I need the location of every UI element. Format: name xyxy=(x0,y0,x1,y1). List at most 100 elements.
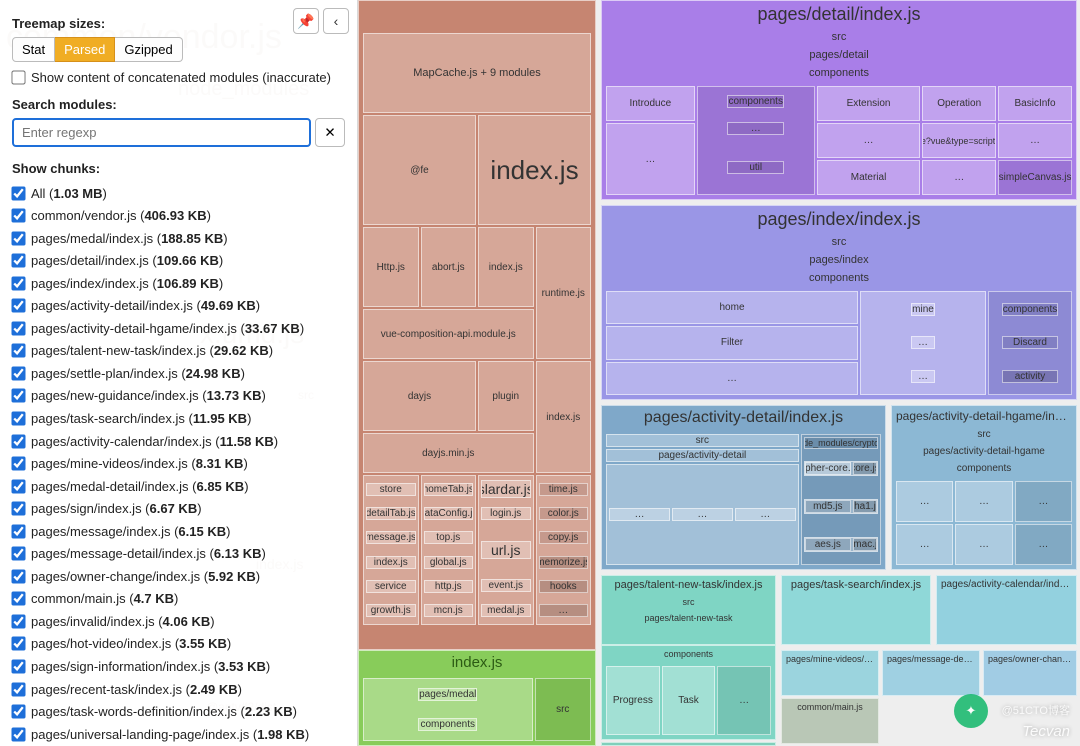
treemap-cell[interactable]: growth.js xyxy=(366,604,416,617)
treemap-cell[interactable]: dayjs.min.js xyxy=(363,433,534,473)
treemap-node-small[interactable]: common/main.js xyxy=(781,698,879,744)
chunk-row[interactable]: pages/sign/index.js (6.67 KB) xyxy=(12,498,345,521)
chunk-row[interactable]: pages/owner-change/index.js (5.92 KB) xyxy=(12,565,345,588)
chunk-row[interactable]: pages/activity-detail-hgame/index.js (33… xyxy=(12,317,345,340)
treemap-node-task-search[interactable]: pages/task-search/index.js xyxy=(781,575,931,645)
treemap-cell[interactable]: hmac.js xyxy=(853,538,877,551)
treemap-cell[interactable]: dataConfig.js xyxy=(424,507,474,520)
treemap-cell[interactable]: Material xyxy=(817,160,920,195)
treemap-cell[interactable]: homeTab.js xyxy=(424,483,474,496)
treemap-canvas[interactable]: MapCache.js + 9 modules @fe index.js Htt… xyxy=(358,0,1080,746)
treemap-cell[interactable]: src xyxy=(606,434,799,447)
treemap-cell[interactable]: Poster-vue?vue&type=script&lang=js& xyxy=(922,123,996,158)
chunk-checkbox[interactable] xyxy=(11,637,25,651)
chunk-checkbox[interactable] xyxy=(11,411,25,425)
treemap-cell[interactable]: top.js xyxy=(424,531,474,544)
treemap-cell[interactable]: … xyxy=(911,370,935,383)
treemap-node-small[interactable]: pages/owner-change/index.js xyxy=(983,650,1077,696)
chunk-checkbox[interactable] xyxy=(11,186,25,200)
chunk-row[interactable]: common/vendor.js (406.93 KB) xyxy=(12,205,345,228)
treemap-cell[interactable]: Introduce xyxy=(606,86,695,121)
chunk-checkbox[interactable] xyxy=(11,502,25,516)
treemap-cell[interactable]: http.js xyxy=(424,580,474,593)
chunk-row[interactable]: pages/hot-video/index.js (3.55 KB) xyxy=(12,633,345,656)
chunk-row[interactable]: All (1.03 MB) xyxy=(12,182,345,205)
treemap-cell[interactable]: cipher-core.js xyxy=(805,462,851,475)
treemap-node-vendor[interactable]: MapCache.js + 9 modules @fe index.js Htt… xyxy=(358,0,596,650)
treemap-cell[interactable]: Extension xyxy=(817,86,920,121)
treemap-node-activity-detail-hgame[interactable]: pages/activity-detail-hgame/index.js src… xyxy=(891,405,1077,570)
treemap-cell[interactable]: … xyxy=(896,481,953,522)
treemap-cell[interactable]: components xyxy=(418,718,477,731)
chunk-checkbox[interactable] xyxy=(11,434,25,448)
treemap-cell[interactable]: login.js xyxy=(481,507,531,520)
chunk-row[interactable]: pages/activity-detail/index.js (49.69 KB… xyxy=(12,295,345,318)
treemap-node-index[interactable]: pages/index/index.js src pages/index com… xyxy=(601,205,1077,400)
chunk-row[interactable]: pages/mine-videos/index.js (8.31 KB) xyxy=(12,453,345,476)
treemap-node-talent-new-task-body[interactable]: components Progress Task … xyxy=(601,645,776,740)
chunk-row[interactable]: pages/message/index.js (6.15 KB) xyxy=(12,520,345,543)
chunk-checkbox[interactable] xyxy=(11,479,25,493)
treemap-node-activity-calendar[interactable]: pages/activity-calendar/index.js xyxy=(936,575,1077,645)
treemap-cell[interactable]: store xyxy=(366,483,416,496)
chunk-checkbox[interactable] xyxy=(11,704,25,718)
treemap-node-small[interactable]: pages/mine-videos/index.js xyxy=(781,650,879,696)
chunk-row[interactable]: pages/universal-landing-page/index.js (1… xyxy=(12,723,345,746)
show-concat-checkbox[interactable] xyxy=(11,70,25,84)
treemap-cell[interactable]: memorize.js xyxy=(539,556,589,569)
treemap-cell[interactable]: dayjs xyxy=(363,361,476,431)
chunk-row[interactable]: pages/medal-detail/index.js (6.85 KB) xyxy=(12,475,345,498)
treemap-cell[interactable]: … xyxy=(998,123,1072,158)
chunk-checkbox[interactable] xyxy=(11,276,25,290)
treemap-cell[interactable]: color.js xyxy=(539,507,589,520)
chunk-row[interactable]: pages/message-detail/index.js (6.13 KB) xyxy=(12,543,345,566)
treemap-node-small[interactable]: pages/message-detail/index.js xyxy=(882,650,980,696)
treemap-cell[interactable]: @fe xyxy=(363,115,476,225)
treemap-cell[interactable]: util xyxy=(727,161,783,174)
treemap-cell[interactable]: … xyxy=(896,524,953,565)
collapse-button[interactable]: ‹ xyxy=(323,8,349,34)
treemap-cell[interactable]: components xyxy=(727,95,783,108)
chunk-row[interactable]: pages/activity-calendar/index.js (11.58 … xyxy=(12,430,345,453)
treemap-cell[interactable]: … xyxy=(609,508,670,521)
size-stat-button[interactable]: Stat xyxy=(12,37,55,62)
chunk-checkbox[interactable] xyxy=(11,614,25,628)
treemap-cell[interactable]: plugin xyxy=(478,361,534,431)
chunk-checkbox[interactable] xyxy=(11,389,25,403)
treemap-cell[interactable]: Task xyxy=(662,666,716,735)
show-concat-checkbox-row[interactable]: Show content of concatenated modules (in… xyxy=(12,70,345,85)
treemap-cell[interactable]: url.js xyxy=(481,541,531,559)
treemap-cell[interactable]: hooks xyxy=(539,580,589,593)
chunk-checkbox[interactable] xyxy=(11,299,25,313)
treemap-cell[interactable]: mcn.js xyxy=(424,604,474,617)
chunk-checkbox[interactable] xyxy=(11,231,25,245)
chunk-row[interactable]: pages/invalid/index.js (4.06 KB) xyxy=(12,610,345,633)
treemap-cell[interactable]: index.js xyxy=(478,115,591,225)
treemap-cell[interactable]: Http.js xyxy=(363,227,419,307)
treemap-cell[interactable]: detailTab.js xyxy=(366,507,416,520)
treemap-cell[interactable]: pages/medal xyxy=(418,688,477,701)
treemap-cell[interactable]: md5.js xyxy=(805,500,851,513)
treemap-cell[interactable]: time.js xyxy=(539,483,589,496)
chunk-row[interactable]: common/main.js (4.7 KB) xyxy=(12,588,345,611)
chunk-checkbox[interactable] xyxy=(11,524,25,538)
treemap-node-detail[interactable]: pages/detail/index.js src pages/detail c… xyxy=(601,0,1077,200)
search-input[interactable] xyxy=(12,118,311,147)
chunk-checkbox[interactable] xyxy=(11,727,25,741)
treemap-cell[interactable]: … xyxy=(955,481,1012,522)
treemap-cell[interactable]: … xyxy=(539,604,589,617)
treemap-cell[interactable]: index.js xyxy=(536,361,592,473)
chunk-checkbox[interactable] xyxy=(11,253,25,267)
treemap-cell[interactable]: … xyxy=(606,362,858,395)
chunk-checkbox[interactable] xyxy=(11,659,25,673)
treemap-cell[interactable]: core.js xyxy=(853,462,877,475)
treemap-cell[interactable]: service xyxy=(366,580,416,593)
treemap-cell[interactable]: pages/activity-detail xyxy=(606,449,799,462)
treemap-cell[interactable]: abort.js xyxy=(421,227,477,307)
chunk-row[interactable]: pages/new-guidance/index.js (13.73 KB) xyxy=(12,385,345,408)
treemap-cell[interactable]: components xyxy=(1002,303,1058,316)
treemap-cell[interactable]: … xyxy=(911,336,935,349)
chunk-row[interactable]: pages/index/index.js (106.89 KB) xyxy=(12,272,345,295)
pin-button[interactable]: 📌 xyxy=(293,8,319,34)
treemap-cell[interactable]: medal.js xyxy=(481,604,531,617)
